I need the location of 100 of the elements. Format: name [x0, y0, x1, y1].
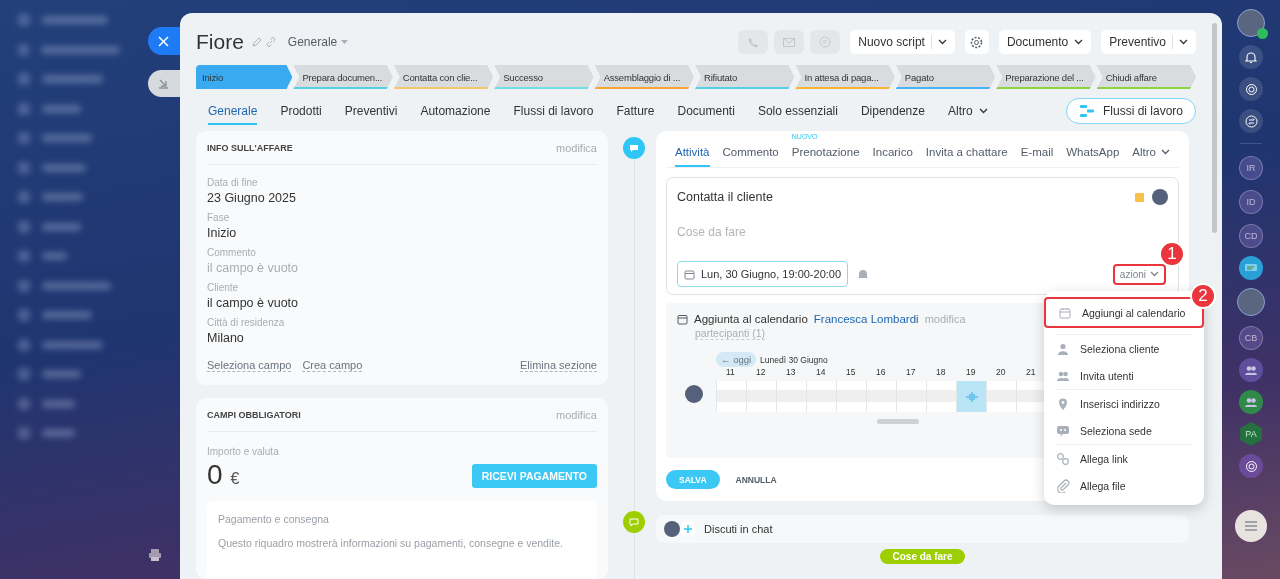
action-button[interactable]: Nuovo script [850, 30, 955, 54]
avatar [664, 521, 680, 537]
field-value: Inizio [207, 226, 238, 240]
pipeline-stage[interactable]: Preparazione del ... [996, 65, 1096, 89]
hour-label: 21 [1025, 367, 1037, 379]
panel-title: Pagamento e consegna [218, 513, 330, 525]
caret-icon [937, 39, 947, 45]
workflow-button[interactable]: Flussi di lavoro [1065, 98, 1196, 124]
pipeline-stage[interactable]: In attesa di paga... [795, 65, 895, 89]
field-label: Commento [207, 247, 257, 258]
avatar[interactable] [1237, 288, 1265, 316]
pipeline-stage[interactable]: Assemblaggio di ... [594, 65, 695, 89]
activity-tab[interactable]: Altro [1132, 146, 1170, 167]
activity-tab[interactable]: Invita a chattare [925, 146, 1008, 167]
time-slot[interactable] [896, 381, 926, 412]
tab[interactable]: Flussi di lavoro [513, 97, 594, 125]
scrollbar[interactable] [1212, 23, 1217, 233]
contact-initials[interactable]: CD [1239, 224, 1263, 248]
caret-icon [341, 40, 349, 44]
chat-label: Discuti in chat [704, 523, 773, 535]
actions-dropdown[interactable]: azioni [1114, 265, 1164, 283]
time-slot[interactable] [866, 381, 896, 412]
avatar[interactable] [1237, 9, 1265, 37]
tab[interactable]: Documenti [677, 97, 735, 125]
time-slot[interactable] [746, 381, 776, 412]
contact-initials[interactable]: ID [1239, 190, 1263, 214]
menu-item[interactable]: Allega link [1044, 445, 1204, 472]
field-link[interactable]: Seleziona campo [207, 359, 292, 372]
action-button[interactable]: Documento [998, 30, 1092, 54]
time-slot[interactable] [836, 381, 866, 412]
phone-icon[interactable] [738, 30, 769, 54]
mail-icon[interactable] [774, 30, 805, 54]
time-slot[interactable] [986, 381, 1016, 412]
tab[interactable]: Prodotti [280, 97, 322, 125]
pipeline-stage[interactable]: Rifiutato [695, 65, 795, 89]
tab[interactable]: Dipendenze [860, 97, 925, 125]
section-dropdown[interactable]: Generale [287, 35, 349, 49]
time-slot[interactable] [926, 381, 956, 412]
tab[interactable]: Solo essenziali [757, 97, 838, 125]
menu-item[interactable]: Inserisci indirizzo [1044, 390, 1204, 417]
avatar[interactable] [1152, 189, 1168, 205]
field-link[interactable]: Crea campo [302, 359, 363, 372]
workflow-icon [1078, 104, 1095, 118]
chat-people-icon [1056, 423, 1070, 438]
time-slot[interactable] [1016, 381, 1046, 412]
menu-item[interactable]: Seleziona sede [1044, 417, 1204, 444]
caret-icon [1179, 39, 1188, 45]
pipeline-stage[interactable]: Successo [494, 65, 594, 89]
activity-tab[interactable]: E-mail [1020, 146, 1054, 167]
scrollbar[interactable] [877, 419, 919, 424]
menu-item[interactable]: Seleziona cliente [1044, 335, 1204, 362]
caret-icon [978, 107, 988, 114]
menu-item[interactable]: Allega file [1044, 472, 1204, 499]
close-button[interactable] [148, 27, 180, 55]
group-icon[interactable] [1239, 358, 1263, 382]
activity-tab[interactable]: WhatsApp [1066, 146, 1120, 167]
tab[interactable]: Automazione [420, 97, 491, 125]
pipeline-stage[interactable]: Inizio [196, 65, 293, 89]
time-slot[interactable] [776, 381, 806, 412]
tab[interactable]: Preventivi [344, 97, 398, 125]
deadline-chip[interactable]: Lun, 30 Giugno, 19:00-20:00 [677, 261, 849, 287]
cancel-button[interactable]: ANNULLA [729, 473, 783, 486]
action-button[interactable]: Preventivo [1101, 30, 1196, 54]
time-slot[interactable] [806, 381, 836, 412]
tab[interactable]: Fatture [616, 97, 655, 125]
selected-time-slot[interactable] [956, 381, 986, 412]
link-icon[interactable] [265, 37, 276, 47]
calendar-icon [1058, 305, 1072, 320]
hour-label: 16 [875, 367, 887, 379]
settings-icon[interactable] [964, 30, 989, 54]
group-badge[interactable]: PA [1239, 422, 1263, 446]
group-icon[interactable] [1239, 390, 1263, 414]
bell-icon[interactable] [1239, 45, 1263, 69]
activity-tab[interactable]: Attività [675, 146, 710, 167]
card-title: CAMPI OBBLIGATORI [207, 409, 301, 420]
contact-initials[interactable]: IR [1239, 156, 1263, 180]
chat-icon[interactable] [1239, 256, 1263, 280]
printer-icon[interactable] [148, 548, 162, 562]
pipeline-stage[interactable]: Contatta con clie... [393, 65, 494, 89]
activity-tab[interactable]: Commento [722, 146, 779, 167]
minimize-button[interactable] [148, 70, 180, 97]
chat-row[interactable]: Discuti in chat [656, 515, 1189, 543]
menu-icon[interactable] [1235, 510, 1267, 542]
delete-section-link[interactable]: Elimina sezione [519, 359, 597, 372]
hour-label: 14 [815, 367, 827, 379]
chat-swap-icon[interactable] [1239, 109, 1263, 133]
pencil-icon[interactable] [251, 37, 262, 47]
menu-item[interactable]: Invita utenti [1044, 362, 1204, 389]
tab[interactable]: Altro [948, 97, 988, 125]
tab[interactable]: Generale [208, 97, 258, 125]
user-link[interactable]: Francesca Lombardi [813, 313, 919, 325]
plus-icon[interactable] [680, 521, 696, 537]
today-button[interactable]: ← oggi [716, 352, 757, 367]
activity-tab[interactable]: Incarico [872, 146, 913, 167]
color-marker[interactable] [1135, 192, 1144, 202]
pipeline-stage[interactable]: Pagato [895, 65, 996, 89]
time-slot[interactable] [716, 381, 746, 412]
pipeline-stage[interactable]: Chiudi affare [1096, 65, 1197, 89]
contact-initials[interactable]: CB [1239, 326, 1263, 350]
pipeline-stage[interactable]: Prepara documen... [293, 65, 393, 89]
